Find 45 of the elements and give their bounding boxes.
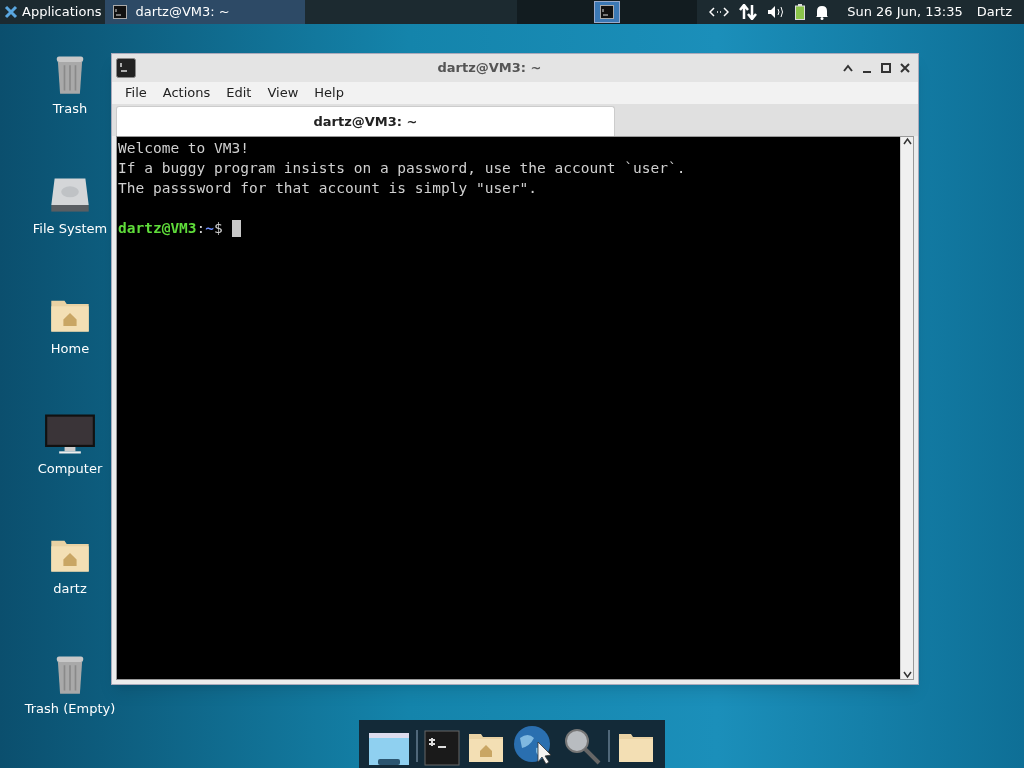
desktop-icon-label[interactable]: Home [50,339,90,359]
menu-item[interactable]: Actions [155,83,218,103]
terminal-icon [113,5,128,19]
clock[interactable]: Sun 26 Jun, 13:35 [847,2,963,22]
desktop-icon-label[interactable]: Trash (Empty) [24,699,116,719]
up-down-arrows-icon[interactable] [739,4,758,20]
terminal-line: Welcome to VM3! [118,139,249,158]
desktop-icon-label[interactable]: dartz [53,579,87,599]
prompt-symbol: $ [214,219,223,238]
maximize-icon[interactable] [881,63,891,73]
window-title: dartz@VM3: ~ [436,59,543,78]
prompt-path: ~ [205,219,215,238]
terminal-line: The passsword for that account is simply "user". [118,179,538,198]
menu-item[interactable]: File [118,83,154,103]
terminal-icon [424,730,460,766]
user-name[interactable]: Dartz [976,2,1012,22]
terminal-icon [116,58,136,78]
text-cursor [231,219,241,237]
xfce-logo-icon [4,5,18,19]
desktop-icon-label[interactable]: Computer [37,459,103,479]
caret-up-icon[interactable] [843,64,853,72]
scrollbar[interactable] [900,137,913,679]
applications-menu[interactable]: Applications [0,0,106,24]
terminal-icon [600,5,615,19]
workspace-switcher[interactable] [517,0,698,24]
menu-item[interactable]: Help [307,83,351,103]
menu-item[interactable]: Edit [219,83,259,103]
bell-icon[interactable] [815,4,830,20]
scroll-down-icon[interactable] [902,670,912,679]
prompt-separator: : [196,219,206,238]
magnifier-icon [562,726,602,766]
volume-icon[interactable] [767,5,786,19]
desktop-icon-label[interactable]: Trash [52,99,88,119]
prompt-user-host: dartz@VM3 [118,219,197,238]
close-icon[interactable] [900,63,910,73]
monitor-icon [44,412,96,456]
menu-item[interactable]: View [260,83,306,103]
terminal-tab[interactable]: dartz@VM3: ~ [116,106,615,136]
battery-icon[interactable] [795,4,806,20]
taskbar-button[interactable]: dartz@VM3: ~ [105,0,306,24]
show-desktop-icon [368,730,410,766]
terminal-line: If a buggy program insists on a password, use the account `user`. [118,159,686,178]
desktop-icon-label[interactable]: File System [32,219,108,239]
network-icon[interactable] [709,6,730,18]
scroll-up-icon[interactable] [902,137,912,146]
